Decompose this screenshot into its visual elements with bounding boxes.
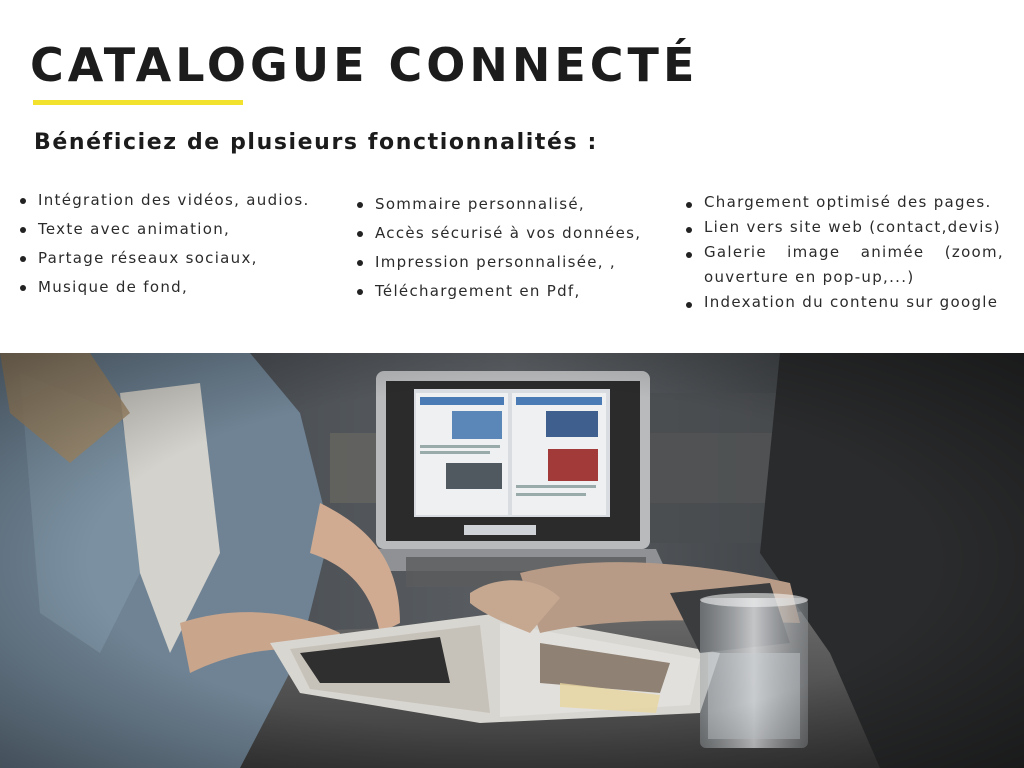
list-item: Impression personnalisée, ,	[355, 248, 641, 277]
list-item: Lien vers site web (contact,devis)	[684, 215, 1004, 240]
list-item: Téléchargement en Pdf,	[355, 277, 641, 306]
list-item: Intégration des vidéos, audios.	[18, 186, 310, 215]
list-item: Accès sécurisé à vos données,	[355, 219, 641, 248]
list-item: Indexation du contenu sur google	[684, 290, 1004, 315]
list-item: Partage réseaux sociaux,	[18, 244, 310, 273]
list-item: Texte avec animation,	[18, 215, 310, 244]
subtitle: Bénéficiez de plusieurs fonctionnalités …	[34, 130, 598, 155]
list-item: Galerie image animée (zoom, ouverture en…	[684, 240, 1004, 290]
office-meeting-photo	[0, 353, 1024, 768]
feature-list-column-3: Chargement optimisé des pages. Lien vers…	[684, 190, 1004, 315]
page-title: CATALOGUE CONNECTÉ	[30, 38, 699, 92]
list-item: Chargement optimisé des pages.	[684, 190, 1004, 215]
list-item: Sommaire personnalisé,	[355, 190, 641, 219]
title-underline	[33, 100, 243, 105]
feature-list-column-1: Intégration des vidéos, audios. Texte av…	[18, 186, 310, 302]
feature-list-column-2: Sommaire personnalisé, Accès sécurisé à …	[355, 190, 641, 306]
list-item: Musique de fond,	[18, 273, 310, 302]
